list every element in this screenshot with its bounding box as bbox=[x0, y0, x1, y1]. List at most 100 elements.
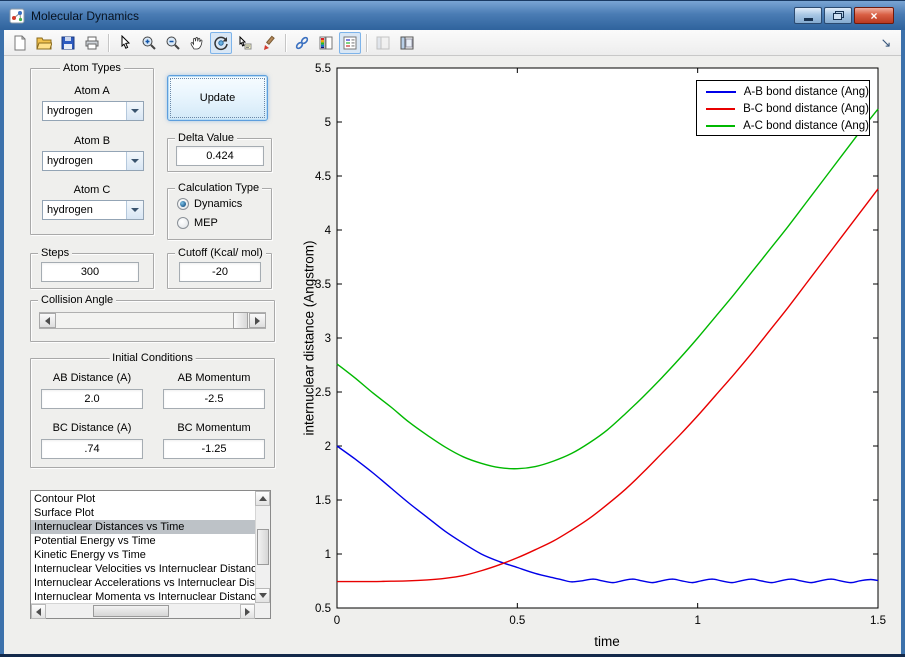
calculation-type-title: Calculation Type bbox=[175, 182, 262, 195]
steps-panel: Steps bbox=[30, 253, 154, 289]
atom-c-value: hydrogen bbox=[43, 204, 126, 216]
data-cursor-icon[interactable] bbox=[234, 32, 256, 54]
chevron-down-icon bbox=[126, 201, 143, 219]
vertical-scrollbar[interactable] bbox=[255, 491, 270, 603]
zoom-out-icon[interactable] bbox=[162, 32, 184, 54]
open-file-icon[interactable] bbox=[33, 32, 55, 54]
atom-types-panel-title: Atom Types bbox=[60, 62, 124, 75]
list-item-selected[interactable]: Internuclear Distances vs Time bbox=[31, 520, 255, 534]
pan-icon[interactable] bbox=[186, 32, 208, 54]
legend-label-ab: A-B bond distance (Ang) bbox=[744, 86, 869, 98]
legend-entry: A-C bond distance (Ang) bbox=[697, 117, 869, 134]
legend-entry: A-B bond distance (Ang) bbox=[697, 83, 869, 100]
scroll-left-button[interactable] bbox=[31, 604, 46, 619]
cutoff-title: Cutoff (Kcal/ mol) bbox=[175, 247, 266, 260]
show-plot-tools-icon[interactable] bbox=[396, 32, 418, 54]
minimize-button[interactable] bbox=[794, 7, 822, 24]
plot-type-list: Contour Plot Surface Plot Internuclear D… bbox=[31, 492, 255, 603]
atom-b-select[interactable]: hydrogen bbox=[42, 151, 144, 171]
list-item[interactable]: Internuclear Accelerations vs Internucle… bbox=[31, 576, 255, 590]
list-item[interactable]: Internuclear Momenta vs Internuclear Dis… bbox=[31, 590, 255, 603]
atom-a-label: Atom A bbox=[74, 85, 109, 97]
cutoff-panel: Cutoff (Kcal/ mol) bbox=[167, 253, 272, 289]
plot-axes[interactable]: 00.511.50.511.522.533.544.555.5 bbox=[292, 56, 905, 656]
radio-dynamics[interactable]: Dynamics bbox=[177, 197, 242, 211]
x-axis-label: time bbox=[594, 634, 620, 649]
edit-plot-icon[interactable] bbox=[114, 32, 136, 54]
dock-figure-icon[interactable]: ↘ bbox=[875, 32, 897, 54]
plot-type-listbox[interactable]: Contour Plot Surface Plot Internuclear D… bbox=[30, 490, 271, 619]
legend-label-ac: A-C bond distance (Ang) bbox=[743, 120, 869, 132]
triangle-down-icon bbox=[259, 593, 267, 598]
chevron-down-icon bbox=[126, 102, 143, 120]
figure-toolbar: ↘ bbox=[4, 30, 901, 56]
list-item[interactable]: Contour Plot bbox=[31, 492, 255, 506]
steps-title: Steps bbox=[38, 247, 72, 260]
slider-right-arrow-button[interactable] bbox=[249, 313, 266, 328]
triangle-right-icon bbox=[245, 608, 250, 616]
rotate-3d-icon[interactable] bbox=[210, 32, 232, 54]
slider-left-arrow-button[interactable] bbox=[39, 313, 56, 328]
bc-distance-label: BC Distance (A) bbox=[53, 422, 132, 434]
bc-distance-input[interactable] bbox=[41, 439, 143, 459]
svg-text:3: 3 bbox=[325, 333, 331, 345]
delta-value-title: Delta Value bbox=[175, 132, 237, 145]
window-controls: × bbox=[794, 7, 894, 24]
atom-types-panel: Atom Types Atom A hydrogen Atom B hydrog… bbox=[30, 68, 154, 235]
brush-icon[interactable] bbox=[258, 32, 280, 54]
ab-distance-label: AB Distance (A) bbox=[53, 372, 131, 384]
scrollbar-corner bbox=[255, 603, 270, 618]
horizontal-scrollbar[interactable] bbox=[31, 603, 255, 618]
vertical-scrollbar-thumb[interactable] bbox=[257, 529, 269, 565]
steps-input[interactable] bbox=[41, 262, 139, 282]
atom-b-value: hydrogen bbox=[43, 155, 126, 167]
new-figure-icon[interactable] bbox=[9, 32, 31, 54]
ab-momentum-label: AB Momentum bbox=[178, 372, 251, 384]
insert-colorbar-icon[interactable] bbox=[315, 32, 337, 54]
scroll-down-button[interactable] bbox=[255, 588, 270, 603]
legend-entry: B-C bond distance (Ang) bbox=[697, 100, 869, 117]
list-item[interactable]: Kinetic Energy vs Time bbox=[31, 548, 255, 562]
collision-angle-slider[interactable] bbox=[39, 312, 266, 329]
delta-value-input[interactable] bbox=[176, 146, 264, 166]
update-button[interactable]: Update bbox=[167, 75, 268, 121]
insert-legend-icon[interactable] bbox=[339, 32, 361, 54]
cutoff-input[interactable] bbox=[179, 262, 261, 282]
slider-thumb[interactable] bbox=[233, 312, 248, 329]
list-item[interactable]: Potential Energy vs Time bbox=[31, 534, 255, 548]
ab-momentum-input[interactable] bbox=[163, 389, 265, 409]
scroll-up-button[interactable] bbox=[255, 491, 270, 506]
list-item[interactable]: Internuclear Velocities vs Internuclear … bbox=[31, 562, 255, 576]
svg-text:3.5: 3.5 bbox=[315, 279, 331, 291]
bc-momentum-input[interactable] bbox=[163, 439, 265, 459]
save-figure-icon[interactable] bbox=[57, 32, 79, 54]
link-plot-icon[interactable] bbox=[291, 32, 313, 54]
maximize-button[interactable] bbox=[824, 7, 852, 24]
atom-c-label: Atom C bbox=[74, 184, 111, 196]
ab-distance-input[interactable] bbox=[41, 389, 143, 409]
titlebar[interactable]: Molecular Dynamics × bbox=[0, 0, 905, 30]
print-figure-icon[interactable] bbox=[81, 32, 103, 54]
radio-mep[interactable]: MEP bbox=[177, 216, 218, 230]
hide-plot-tools-icon[interactable] bbox=[372, 32, 394, 54]
list-item[interactable]: Surface Plot bbox=[31, 506, 255, 520]
close-button[interactable]: × bbox=[854, 7, 894, 24]
figure-canvas: Atom Types Atom A hydrogen Atom B hydrog… bbox=[4, 56, 901, 654]
svg-text:1.5: 1.5 bbox=[315, 495, 331, 507]
horizontal-scrollbar-thumb[interactable] bbox=[93, 605, 169, 617]
zoom-in-icon[interactable] bbox=[138, 32, 160, 54]
collision-angle-title: Collision Angle bbox=[38, 294, 116, 307]
svg-text:0.5: 0.5 bbox=[315, 603, 331, 615]
svg-text:5.5: 5.5 bbox=[315, 63, 331, 75]
plot-panel: 00.511.50.511.522.533.544.555.5 internuc… bbox=[292, 56, 905, 656]
svg-text:5: 5 bbox=[325, 117, 331, 129]
atom-a-select[interactable]: hydrogen bbox=[42, 101, 144, 121]
toolbar-separator bbox=[108, 34, 109, 52]
radio-dynamics-label: Dynamics bbox=[194, 198, 242, 210]
atom-c-select[interactable]: hydrogen bbox=[42, 200, 144, 220]
minimize-icon bbox=[804, 18, 813, 21]
delta-value-panel: Delta Value bbox=[167, 138, 272, 172]
scroll-right-button[interactable] bbox=[240, 604, 255, 619]
svg-text:1: 1 bbox=[694, 615, 700, 627]
plot-legend[interactable]: A-B bond distance (Ang) B-C bond distanc… bbox=[696, 80, 870, 136]
